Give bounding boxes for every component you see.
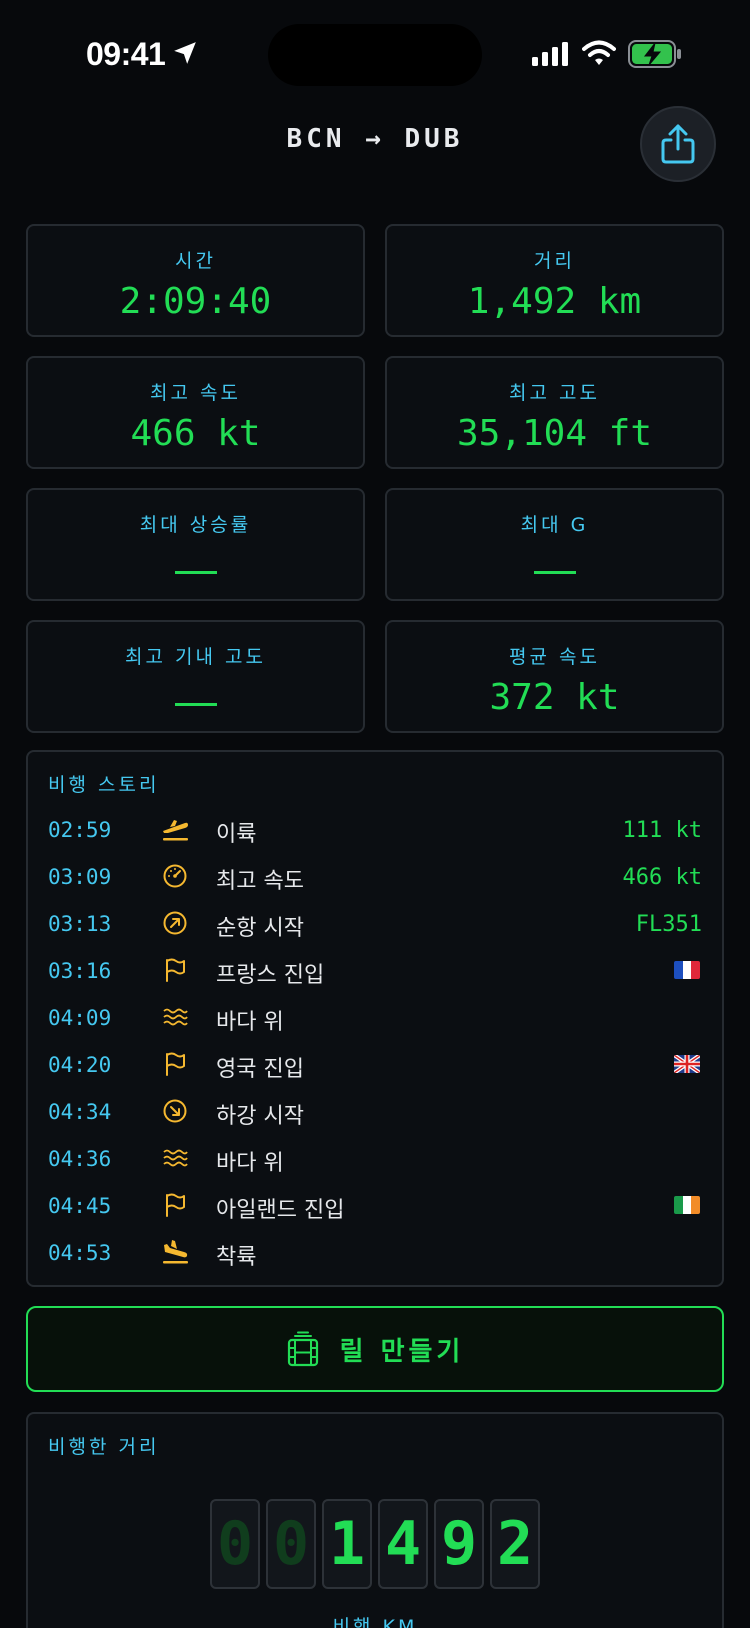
story-time: 04:53 xyxy=(48,1241,112,1265)
arrow-down-right-icon xyxy=(163,1099,187,1123)
story-value: 111 kt xyxy=(622,818,702,843)
odometer-digit: 4 xyxy=(378,1499,428,1589)
takeoff-icon xyxy=(163,820,188,841)
stat-value: 1,492 km xyxy=(467,281,642,322)
waves-icon xyxy=(163,1149,188,1167)
story-label: 최고 속도 xyxy=(216,869,304,894)
stat-value: 2:09:40 xyxy=(119,281,272,322)
dynamic-island xyxy=(268,24,482,86)
stat-value: 372 kt xyxy=(489,677,620,718)
arrow-up-right-icon xyxy=(163,911,187,935)
stat-card-max-climb-rate: 최대 상승률 xyxy=(26,488,365,601)
story-label: 이륙 xyxy=(216,822,257,847)
make-reel-button[interactable]: 릴 만들기 xyxy=(26,1306,724,1392)
stat-card-average-speed: 평균 속도 372 kt xyxy=(385,620,724,733)
story-label: 바다 위 xyxy=(216,1151,284,1176)
flight-story-title: 비행 스토리 xyxy=(48,774,160,796)
odometer-digit: 2 xyxy=(490,1499,540,1589)
flight-story-panel: 비행 스토리 02:59 이륙 111 kt 03:09 최고 속도 466 k… xyxy=(26,750,724,1287)
stat-card-max-cabin-altitude: 최고 기내 고도 xyxy=(26,620,365,733)
odometer: 0 0 1 4 9 2 xyxy=(210,1499,540,1589)
story-time: 04:09 xyxy=(48,1006,112,1030)
stat-card-time: 시간 2:09:40 xyxy=(26,224,365,337)
share-button[interactable] xyxy=(640,106,716,182)
flag-icon xyxy=(166,958,185,982)
story-row: 04:53 착륙 xyxy=(28,1233,722,1273)
story-row: 04:20 영국 진입 xyxy=(28,1045,722,1085)
status-bar: 09:41 xyxy=(0,0,750,100)
stat-label: 시간 xyxy=(175,250,216,272)
story-time: 02:59 xyxy=(48,818,112,842)
story-row: 03:16 프랑스 진입 xyxy=(28,951,722,991)
stat-label: 최고 기내 고도 xyxy=(125,646,266,668)
flag-icon xyxy=(166,1193,185,1217)
france-flag-icon xyxy=(674,961,700,979)
waves-icon xyxy=(163,1008,188,1026)
story-label: 아일랜드 진입 xyxy=(216,1198,345,1223)
stat-label: 최고 고도 xyxy=(509,382,600,404)
story-value: 466 kt xyxy=(622,865,702,890)
story-row: 04:45 아일랜드 진입 xyxy=(28,1186,722,1226)
ireland-flag-icon xyxy=(674,1196,700,1214)
make-reel-label: 릴 만들기 xyxy=(339,1336,465,1367)
stat-card-max-altitude: 최고 고도 35,104 ft xyxy=(385,356,724,469)
story-row: 04:34 하강 시작 xyxy=(28,1092,722,1132)
wifi-icon xyxy=(582,40,616,65)
stat-label: 평균 속도 xyxy=(509,646,600,668)
odometer-digit: 0 xyxy=(266,1499,316,1589)
story-row: 04:09 바다 위 xyxy=(28,998,722,1038)
odometer-digit: 0 xyxy=(210,1499,260,1589)
landing-icon xyxy=(163,1240,188,1264)
stat-label: 최대 상승률 xyxy=(139,514,252,536)
speedometer-icon xyxy=(163,864,187,888)
story-row: 04:36 바다 위 xyxy=(28,1139,722,1179)
story-time: 03:13 xyxy=(48,912,112,936)
story-time: 03:09 xyxy=(48,865,112,889)
film-icon xyxy=(287,1331,318,1367)
story-value: FL351 xyxy=(635,912,702,937)
story-time: 04:34 xyxy=(48,1100,112,1124)
story-time: 04:36 xyxy=(48,1147,112,1171)
story-time: 04:45 xyxy=(48,1194,112,1218)
story-row: 03:13 순항 시작 FL351 xyxy=(28,904,722,944)
uk-flag-icon xyxy=(674,1055,700,1073)
battery-charging-icon xyxy=(628,40,681,68)
story-label: 하강 시작 xyxy=(216,1104,304,1129)
flag-icon xyxy=(166,1052,185,1076)
share-icon xyxy=(661,124,695,164)
no-value-dash xyxy=(174,571,217,574)
route-title: BCN → DUB xyxy=(286,124,464,154)
story-label: 바다 위 xyxy=(216,1010,284,1035)
no-value-dash xyxy=(533,571,576,574)
stat-label: 최대 G xyxy=(520,514,589,536)
cellular-signal-icon xyxy=(532,42,568,66)
stat-card-distance: 거리 1,492 km xyxy=(385,224,724,337)
stat-card-max-g: 최대 G xyxy=(385,488,724,601)
stat-label: 최고 속도 xyxy=(150,382,241,404)
story-row: 03:09 최고 속도 466 kt xyxy=(28,857,722,897)
odometer-digit: 9 xyxy=(434,1499,484,1589)
story-row: 02:59 이륙 111 kt xyxy=(28,810,722,850)
story-label: 영국 진입 xyxy=(216,1057,304,1082)
story-label: 순항 시작 xyxy=(216,916,304,941)
distance-flown-title: 비행한 거리 xyxy=(48,1436,160,1458)
status-time: 09:41 xyxy=(86,36,166,72)
stat-label: 거리 xyxy=(534,250,575,272)
story-label: 착륙 xyxy=(216,1245,257,1270)
story-time: 03:16 xyxy=(48,959,112,983)
stat-card-top-speed: 최고 속도 466 kt xyxy=(26,356,365,469)
no-value-dash xyxy=(174,703,217,706)
distance-flown-panel: 비행한 거리 0 0 1 4 9 2 비행 KM xyxy=(26,1412,724,1628)
location-arrow-icon xyxy=(174,42,196,64)
stat-value: 466 kt xyxy=(130,413,261,454)
odometer-digit: 1 xyxy=(322,1499,372,1589)
story-label: 프랑스 진입 xyxy=(216,963,325,988)
story-time: 04:20 xyxy=(48,1053,112,1077)
odometer-caption: 비행 KM xyxy=(332,1616,418,1628)
stat-value: 35,104 ft xyxy=(456,413,653,454)
